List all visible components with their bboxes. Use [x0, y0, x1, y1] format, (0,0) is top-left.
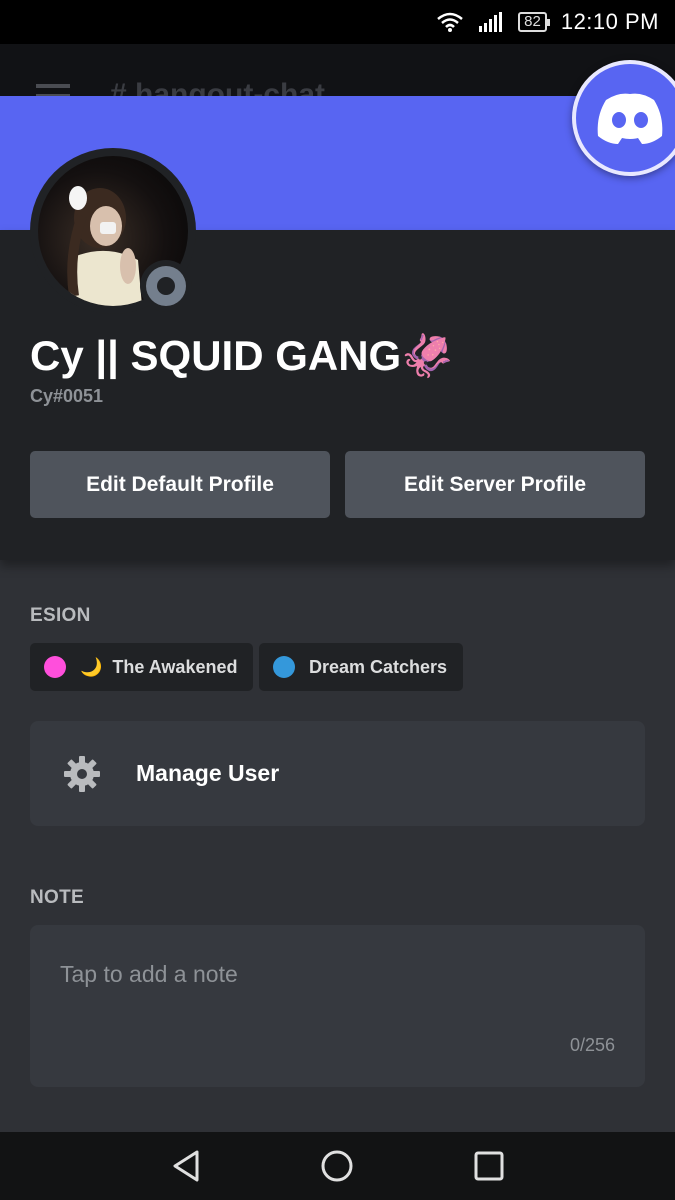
menu-icon	[36, 84, 70, 88]
background-channel-header: # hangout-chat	[0, 44, 675, 104]
battery-indicator: 82	[518, 12, 550, 32]
gear-icon	[64, 755, 100, 792]
edit-default-profile-button[interactable]: Edit Default Profile	[30, 451, 330, 518]
moon-icon: 🌙	[80, 656, 103, 677]
display-name: Cy || SQUID GANG🦑	[30, 332, 454, 381]
role-name: Dream Catchers	[309, 656, 448, 677]
note-placeholder: Tap to add a note	[60, 961, 238, 987]
recents-icon	[474, 1151, 504, 1181]
roles-section-title: ESION	[30, 605, 91, 626]
wifi-icon	[436, 11, 464, 33]
home-icon	[321, 1150, 353, 1182]
squid-emoji: 🦑	[401, 332, 454, 379]
role-chip-dream-catchers[interactable]: Dream Catchers	[259, 643, 464, 691]
recents-button[interactable]	[459, 1136, 519, 1196]
signal-icon	[478, 11, 504, 33]
system-nav-bar	[0, 1132, 675, 1200]
clock: 12:10 PM	[560, 9, 659, 34]
back-icon	[173, 1150, 199, 1182]
note-input[interactable]: Tap to add a note 0/256	[30, 925, 645, 1087]
role-color-dot	[44, 656, 66, 678]
manage-user-label: Manage User	[136, 760, 280, 786]
status-bar: 82 12:10 PM	[0, 0, 675, 44]
user-profile-sheet: Cy || SQUID GANG🦑 Cy#0051 Edit Default P…	[0, 96, 675, 1132]
note-char-counter: 0/256	[569, 1035, 615, 1055]
role-name: The Awakened	[112, 656, 238, 677]
edit-server-profile-button[interactable]: Edit Server Profile	[345, 451, 645, 518]
note-section-title: NOTE	[30, 887, 84, 908]
back-button[interactable]	[156, 1136, 216, 1196]
offline-status-hole	[157, 277, 175, 295]
discord-logo-icon	[597, 93, 663, 144]
display-name-text: Cy || SQUID GANG	[30, 332, 402, 379]
home-button[interactable]	[307, 1136, 367, 1196]
role-chip-the-awakened[interactable]: 🌙 The Awakened	[30, 643, 254, 691]
role-color-dot	[273, 656, 295, 678]
discord-logo	[572, 60, 675, 176]
manage-user-button[interactable]: Manage User	[30, 721, 645, 826]
username-tag: Cy#0051	[30, 386, 104, 406]
